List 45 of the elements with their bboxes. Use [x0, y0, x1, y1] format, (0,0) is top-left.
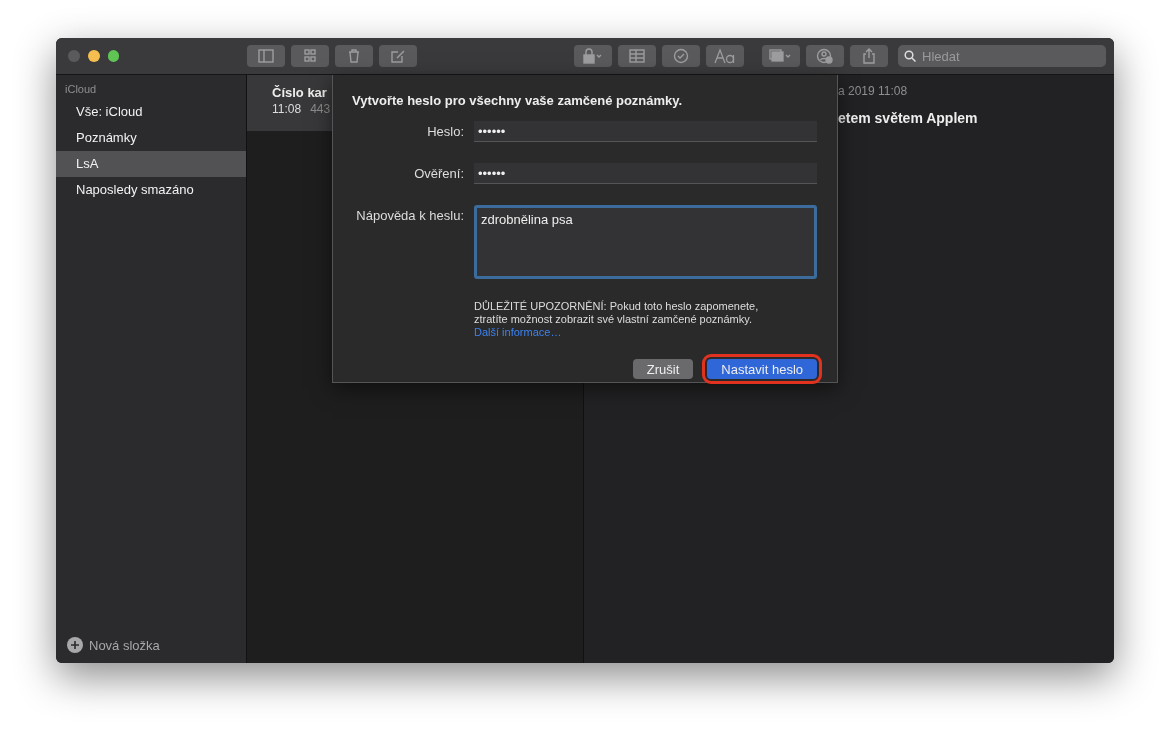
note-time: 11:08 [272, 102, 302, 116]
table-button[interactable] [618, 45, 657, 67]
text-format-icon [714, 48, 737, 64]
section-header: iCloud [64, 83, 98, 97]
field-label: Heslo: [426, 123, 464, 139]
lock-button[interactable] [574, 45, 613, 67]
media-button[interactable] [762, 45, 800, 67]
field-label: Nápověda k heslu: [355, 207, 464, 223]
field-label: Ověření: [413, 165, 464, 181]
minimize-button[interactable] [87, 50, 100, 62]
note-preview: 443 [310, 102, 331, 116]
note-date: a 2019 11:08 [838, 84, 909, 98]
checkmark-circle-icon [672, 48, 691, 64]
folder-item[interactable]: Vše: iCloud [56, 99, 246, 125]
person-add-icon [816, 48, 834, 64]
note-heading: etem světem Applem [838, 110, 979, 126]
compose-button[interactable] [379, 45, 418, 67]
dialog-heading: Vytvořte heslo pro všechny vaše zamčené poznámky. [352, 93, 684, 108]
sidebar-icon [257, 48, 276, 64]
folder-item[interactable]: Poznámky [56, 125, 246, 151]
search-field[interactable]: Hledat [898, 45, 1106, 67]
folder-item[interactable]: Naposledy smazáno [56, 177, 246, 203]
zoom-button[interactable] [107, 50, 120, 62]
add-people-button[interactable] [806, 45, 844, 67]
cancel-button[interactable]: Zrušit [632, 359, 694, 379]
delete-button[interactable] [335, 45, 374, 67]
search-input[interactable]: Hledat [920, 47, 1100, 65]
new-folder-button[interactable]: Nová složka [89, 637, 160, 653]
format-button[interactable] [706, 45, 745, 67]
password-field[interactable]: •••••• [474, 121, 817, 142]
checklist-button[interactable] [662, 45, 701, 67]
sidebar-toggle-button[interactable] [247, 45, 286, 67]
note-title: Číslo kar [272, 85, 328, 100]
plus-circle-icon [67, 637, 83, 653]
gallery-view-button[interactable] [291, 45, 330, 67]
table-icon [628, 48, 647, 64]
warning-text: DŮLEŽITÉ UPOZORNĚNÍ: Pokud toto heslo zapomenete, ztratíte možnost zobrazit své vlastní zamčené poznámky. Další informace… [474, 300, 760, 339]
photos-icon [769, 48, 793, 64]
share-icon [860, 48, 878, 64]
hint-field[interactable]: zdrobnělina psa [474, 205, 817, 279]
share-button[interactable] [850, 45, 888, 67]
folder-item[interactable]: LsA [56, 151, 246, 177]
search-icon [904, 50, 916, 62]
more-info-link[interactable]: Další informace… [474, 326, 562, 338]
password-field[interactable]: •••••• [474, 163, 817, 184]
